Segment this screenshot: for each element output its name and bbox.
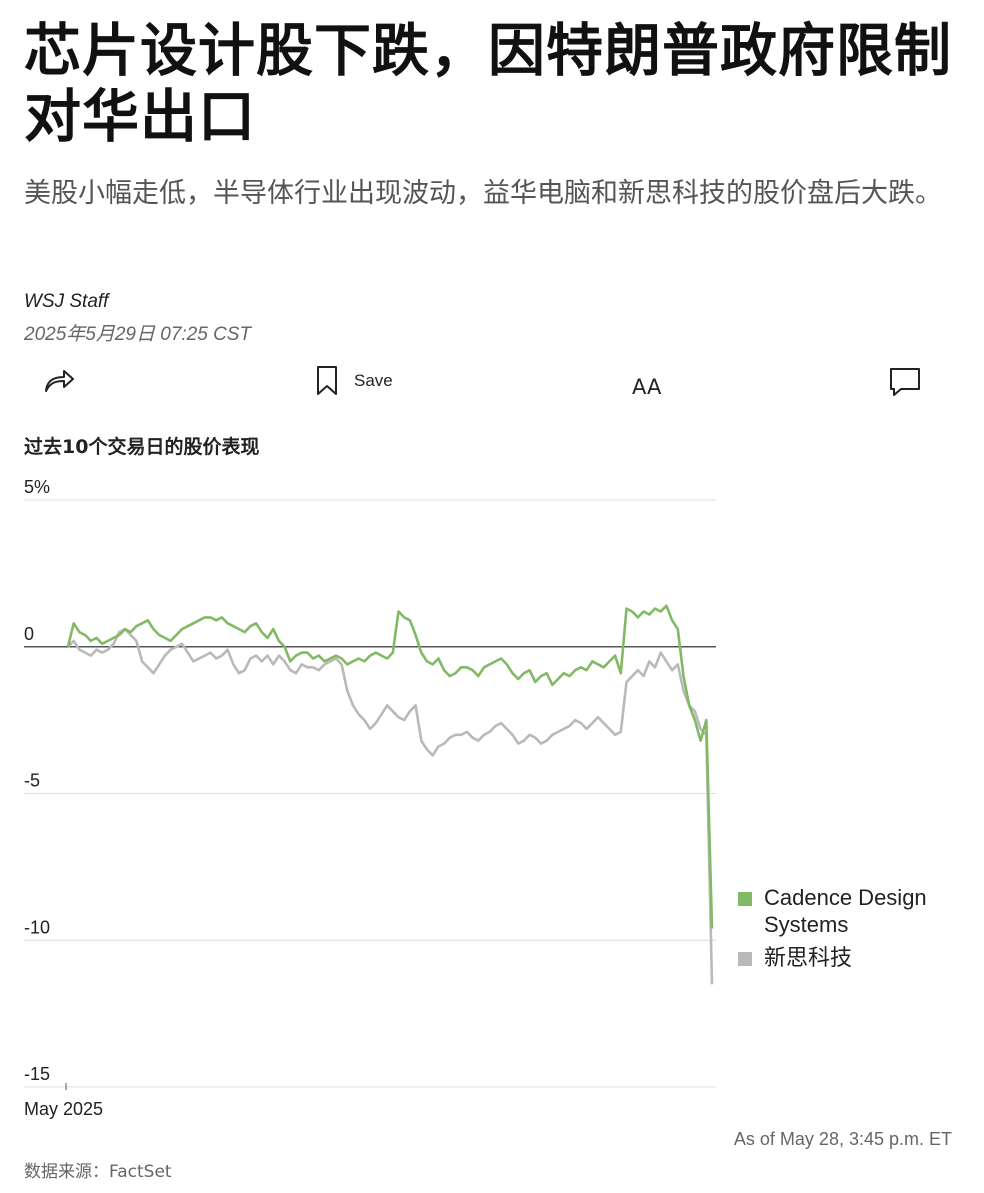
byline[interactable]: WSJ Staff xyxy=(24,291,108,313)
chart-title: 过去10个交易日的股价表现 xyxy=(24,436,260,458)
article-dek: 美股小幅走低，半导体行业出现波动，益华电脑和新思科技的股价盘后大跌。 xyxy=(24,178,942,209)
chart-legend: Cadence Design Systems 新思科技 xyxy=(738,884,964,977)
save-button[interactable]: Save xyxy=(316,365,393,397)
chart-source: 数据来源：FactSet xyxy=(24,1162,172,1182)
series-line-synopsys xyxy=(67,627,714,985)
y-tick-label: 0 xyxy=(24,624,34,644)
legend-swatch-synopsys xyxy=(738,952,752,966)
legend-label-cadence: Cadence Design Systems xyxy=(764,885,927,937)
chart-labels: 5% 0 -5 -10 -15 May 2025 xyxy=(24,477,103,1119)
legend-item-synopsys: 新思科技 xyxy=(738,944,964,971)
y-tick-label: -5 xyxy=(24,771,40,791)
stock-performance-chart: 5% 0 -5 -10 -15 May 2025 xyxy=(24,477,716,1119)
y-tick-label: -10 xyxy=(24,917,50,937)
legend-swatch-cadence xyxy=(738,892,752,906)
headline: 芯片设计股下跌，因特朗普政府限制对华出口 xyxy=(24,18,952,150)
chart-as-of-note: As of May 28, 3:45 p.m. ET xyxy=(733,1129,952,1149)
x-tick-label: May 2025 xyxy=(24,1099,103,1119)
bookmark-icon xyxy=(317,366,337,395)
text-size-button[interactable]: AA xyxy=(631,364,667,398)
share-arrow-icon xyxy=(45,370,74,392)
comment-bubble-icon xyxy=(890,368,920,396)
comment-button[interactable] xyxy=(888,366,922,398)
publish-timestamp: 2025年5月29日 07:25 CST xyxy=(24,324,252,345)
y-tick-label: -15 xyxy=(24,1064,50,1084)
text-size-icon: AA xyxy=(632,375,662,398)
legend-item-cadence: Cadence Design Systems xyxy=(738,884,964,938)
chart-series xyxy=(66,604,714,985)
save-label: Save xyxy=(354,371,393,390)
legend-label-synopsys: 新思科技 xyxy=(764,945,853,970)
svg-text:AA: AA xyxy=(632,375,662,398)
share-button[interactable] xyxy=(42,365,76,397)
y-tick-label: 5% xyxy=(24,477,50,497)
chart-gridlines xyxy=(24,499,716,1090)
